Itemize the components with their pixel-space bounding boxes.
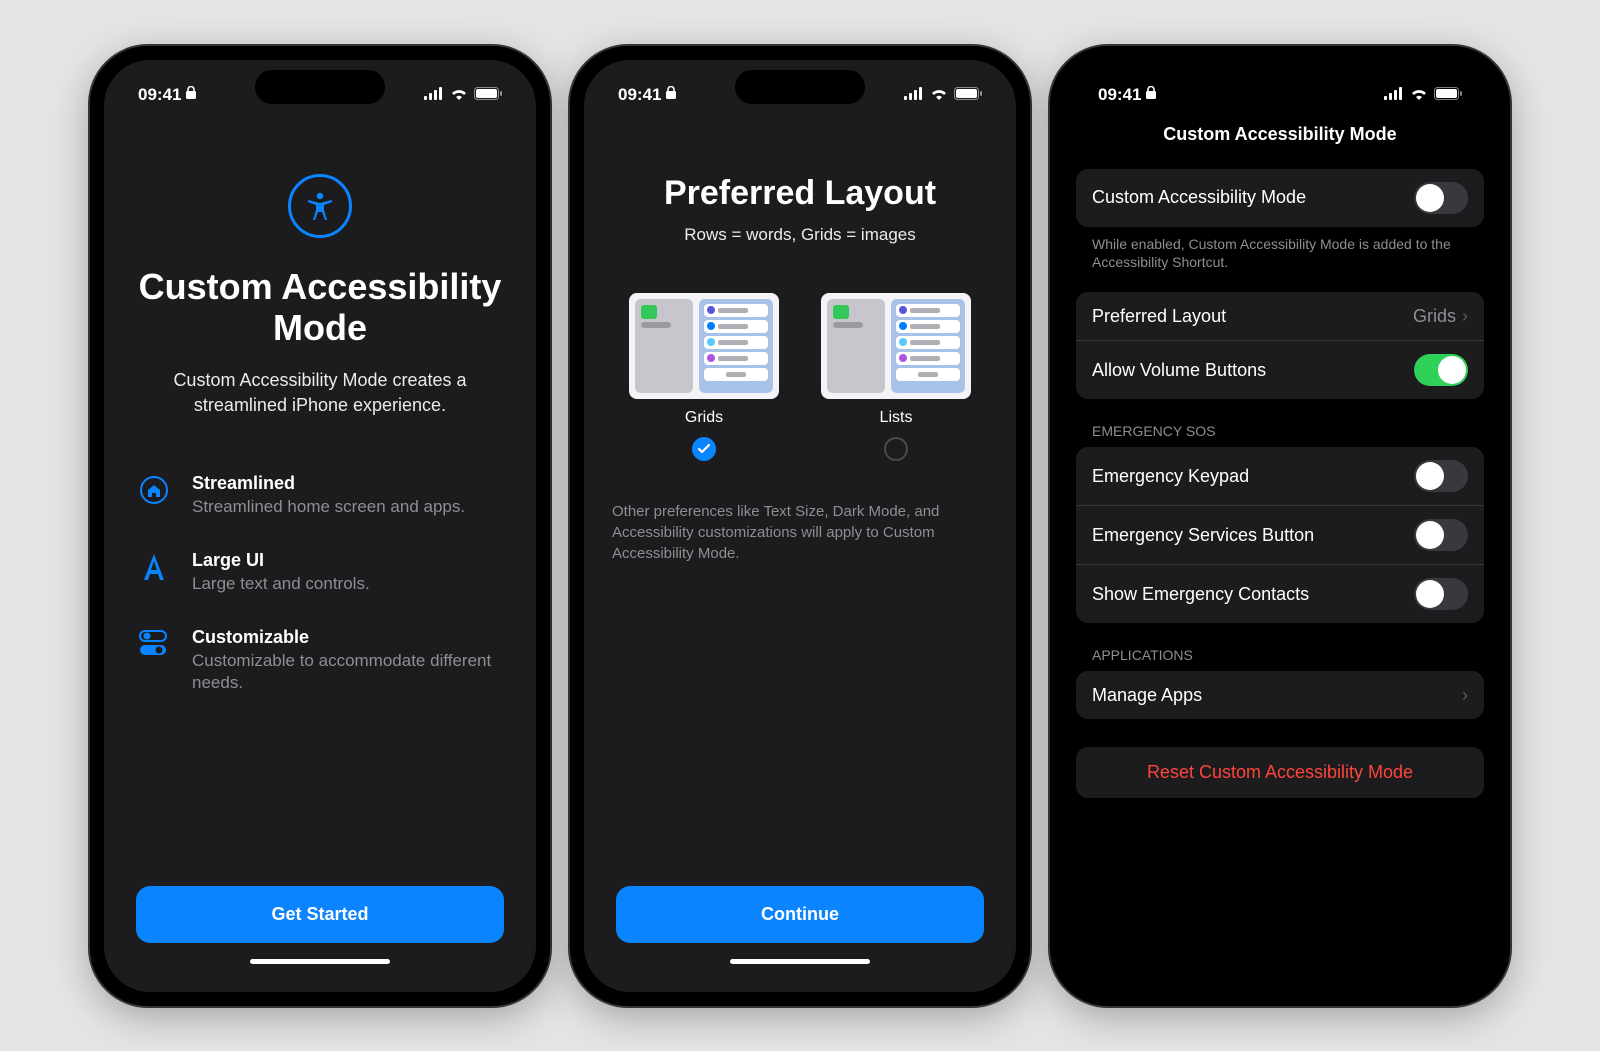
row-emergency-contacts[interactable]: Show Emergency Contacts [1076, 564, 1484, 623]
toggle-emergency-contacts[interactable] [1414, 578, 1468, 610]
letter-a-icon [136, 550, 172, 582]
home-indicator[interactable] [730, 959, 870, 964]
feature-desc: Streamlined home screen and apps. [192, 496, 465, 518]
settings-group-layout: Preferred Layout Grids › Allow Volume Bu… [1076, 292, 1484, 399]
chevron-right-icon: › [1462, 685, 1468, 706]
feature-streamlined: Streamlined Streamlined home screen and … [136, 473, 512, 518]
layout-option-grids[interactable]: Grids [629, 293, 779, 461]
continue-button[interactable]: Continue [616, 886, 984, 943]
battery-icon [954, 85, 982, 105]
settings-group-emergency: Emergency Keypad Emergency Services Butt… [1076, 447, 1484, 623]
phone-mockup-2: 09:41 Preferred Layout Rows = words, Gri… [570, 46, 1030, 1006]
get-started-button[interactable]: Get Started [136, 886, 504, 943]
row-emergency-services[interactable]: Emergency Services Button [1076, 505, 1484, 564]
home-indicator[interactable] [250, 959, 390, 964]
accessibility-icon [288, 174, 352, 238]
row-label: Show Emergency Contacts [1092, 584, 1309, 605]
row-allow-volume[interactable]: Allow Volume Buttons [1076, 340, 1484, 399]
row-preferred-layout[interactable]: Preferred Layout Grids › [1076, 292, 1484, 340]
phone-mockup-3: 09:41 Custom Accessibility Mode Custom A… [1050, 46, 1510, 1006]
toggle-emergency-services[interactable] [1414, 519, 1468, 551]
screen-intro: 09:41 Custom Accessibility Mode Custom A… [104, 60, 536, 992]
intro-description: Custom Accessibility Mode creates a stre… [128, 368, 512, 417]
wifi-icon [450, 85, 468, 105]
feature-desc: Customizable to accommodate different ne… [192, 650, 512, 694]
settings-group-applications: Manage Apps › [1076, 671, 1484, 719]
screen-settings: 09:41 Custom Accessibility Mode Custom A… [1064, 60, 1496, 992]
layout-note: Other preferences like Text Size, Dark M… [608, 501, 992, 564]
toggles-icon [136, 627, 172, 657]
layout-option-lists[interactable]: Lists [821, 293, 971, 461]
row-label: Custom Accessibility Mode [1092, 187, 1306, 208]
preferred-layout-title: Preferred Layout [608, 174, 992, 213]
feature-desc: Large text and controls. [192, 573, 370, 595]
status-time: 09:41 [618, 85, 661, 105]
status-time: 09:41 [1098, 85, 1141, 105]
row-label: Allow Volume Buttons [1092, 360, 1266, 381]
toggle-custom-accessibility[interactable] [1414, 182, 1468, 214]
lock-icon [665, 85, 677, 105]
radio-selected[interactable] [692, 437, 716, 461]
feature-title: Streamlined [192, 473, 465, 494]
lists-thumbnail [821, 293, 971, 399]
battery-icon [474, 85, 502, 105]
wifi-icon [1410, 85, 1428, 105]
signal-icon [904, 85, 924, 105]
row-label: Manage Apps [1092, 685, 1202, 706]
battery-icon [1434, 85, 1462, 105]
row-custom-accessibility-mode[interactable]: Custom Accessibility Mode [1076, 169, 1484, 227]
feature-title: Customizable [192, 627, 512, 648]
radio-unselected[interactable] [884, 437, 908, 461]
toggle-emergency-keypad[interactable] [1414, 460, 1468, 492]
row-label: Emergency Keypad [1092, 466, 1249, 487]
row-label: Emergency Services Button [1092, 525, 1314, 546]
grids-thumbnail [629, 293, 779, 399]
lock-icon [185, 85, 197, 105]
row-emergency-keypad[interactable]: Emergency Keypad [1076, 447, 1484, 505]
feature-customizable: Customizable Customizable to accommodate… [136, 627, 512, 694]
signal-icon [424, 85, 444, 105]
intro-title: Custom Accessibility Mode [128, 266, 512, 349]
settings-header: Custom Accessibility Mode [1064, 124, 1496, 145]
phone-mockup-1: 09:41 Custom Accessibility Mode Custom A… [90, 46, 550, 1006]
status-time: 09:41 [138, 85, 181, 105]
intro-icon-container [128, 174, 512, 238]
home-icon [136, 473, 172, 505]
row-value: Grids [1413, 306, 1456, 327]
row-manage-apps[interactable]: Manage Apps › [1076, 671, 1484, 719]
group-header-applications: APPLICATIONS [1076, 623, 1484, 671]
screen-layout: 09:41 Preferred Layout Rows = words, Gri… [584, 60, 1016, 992]
wifi-icon [930, 85, 948, 105]
layout-options: Grids [608, 293, 992, 461]
settings-group-main: Custom Accessibility Mode [1076, 169, 1484, 227]
status-bar: 09:41 [1064, 60, 1496, 114]
feature-title: Large UI [192, 550, 370, 571]
status-bar: 09:41 [584, 60, 1016, 114]
preferred-layout-subtitle: Rows = words, Grids = images [608, 225, 992, 245]
feature-large-ui: Large UI Large text and controls. [136, 550, 512, 595]
toggle-allow-volume[interactable] [1414, 354, 1468, 386]
feature-list: Streamlined Streamlined home screen and … [128, 473, 512, 694]
layout-label: Grids [685, 409, 723, 427]
chevron-right-icon: › [1462, 306, 1468, 327]
status-bar: 09:41 [104, 60, 536, 114]
reset-button[interactable]: Reset Custom Accessibility Mode [1076, 747, 1484, 798]
group-header-emergency: EMERGENCY SOS [1076, 399, 1484, 447]
layout-label: Lists [880, 409, 913, 427]
lock-icon [1145, 85, 1157, 105]
signal-icon [1384, 85, 1404, 105]
group-footer-main: While enabled, Custom Accessibility Mode… [1076, 227, 1484, 273]
row-label: Preferred Layout [1092, 306, 1226, 327]
